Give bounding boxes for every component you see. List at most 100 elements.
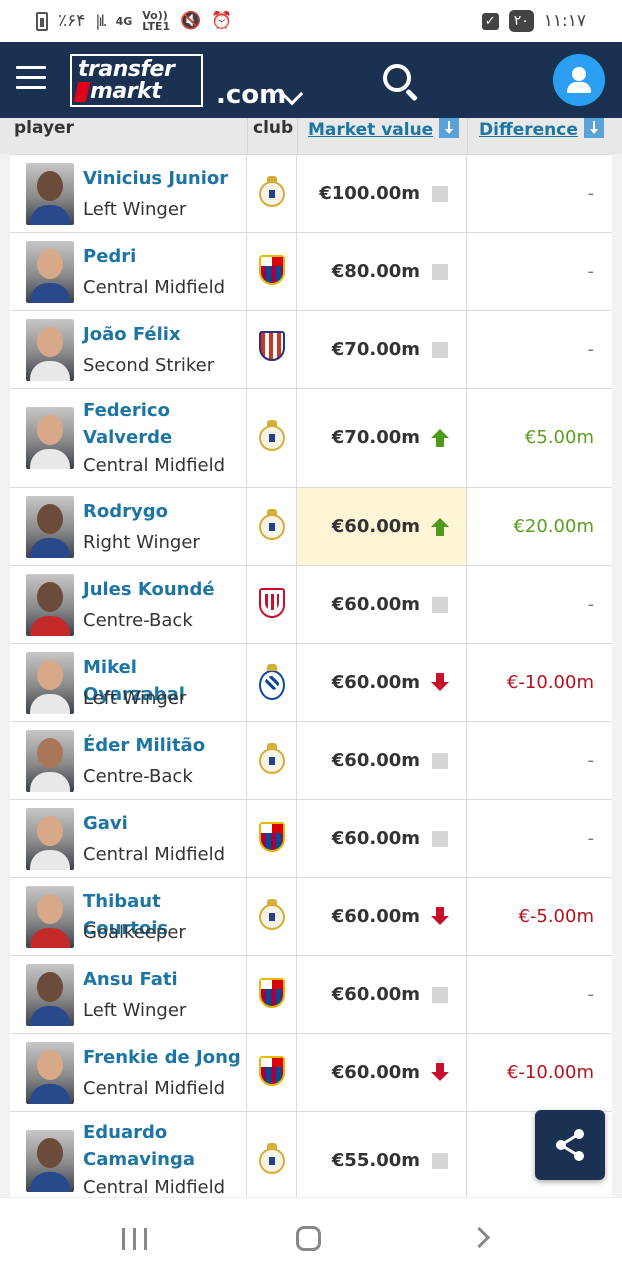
sort-icon[interactable] (439, 118, 460, 138)
table-header: player club Market value Difference (0, 118, 622, 154)
sevilla-crest-icon[interactable] (259, 588, 285, 618)
player-name-link[interactable]: Ansu Fati (83, 966, 243, 993)
player-name-link[interactable]: Rodrygo (83, 498, 243, 525)
hamburger-icon[interactable] (16, 66, 46, 92)
market-value-header-label[interactable]: Market value (308, 120, 433, 140)
player-photo[interactable] (26, 730, 74, 792)
table-row[interactable]: Thibaut Courtois Goalkeeper €60.00m €-5.… (10, 877, 612, 955)
player-name-link[interactable]: Frenkie de Jong (83, 1044, 243, 1071)
table-row[interactable]: Éder Militão Centre-Back €60.00m - (10, 721, 612, 799)
player-photo[interactable] (26, 886, 74, 948)
column-divider (467, 118, 468, 154)
real-madrid-crest-icon[interactable] (259, 420, 285, 451)
player-name-link[interactable]: Federico Valverde (83, 397, 243, 451)
player-name-link[interactable]: Éder Militão (83, 732, 243, 759)
player-cell: Mikel Oyarzabal Left Winger (10, 644, 247, 721)
player-photo[interactable] (26, 163, 74, 225)
fc-barcelona-crest-icon[interactable] (259, 255, 285, 285)
table-row[interactable]: Pedri Central Midfield €80.00m - (10, 232, 612, 310)
domain-selector[interactable]: .com (216, 80, 286, 110)
transfermarkt-logo[interactable]: transfer markt (70, 54, 203, 107)
column-market-value[interactable]: Market value (308, 118, 460, 140)
logo-bar (73, 82, 91, 102)
market-value: €60.00m (331, 906, 420, 927)
difference-value: - (587, 261, 595, 282)
table-row[interactable]: Frenkie de Jong Central Midfield €60.00m… (10, 1033, 612, 1111)
fc-barcelona-crest-icon[interactable] (259, 978, 285, 1008)
notification-badge: ۲۰ (508, 10, 534, 32)
search-icon[interactable] (381, 62, 421, 102)
market-value: €60.00m (331, 828, 420, 849)
recents-icon[interactable] (122, 1228, 150, 1250)
difference-cell: - (467, 233, 612, 310)
table-row[interactable]: Ansu Fati Left Winger €60.00m - (10, 955, 612, 1033)
table-row[interactable]: Federico Valverde Central Midfield €70.0… (10, 388, 612, 487)
difference-value: - (587, 183, 595, 204)
share-button[interactable] (535, 1110, 605, 1180)
player-photo[interactable] (26, 496, 74, 558)
status-bar: ٪۶۴ |ıl. 4G Vo)) LTE1 🔇 ⏰ ✓ ۲۰ ۱۱:۱۷ (0, 0, 622, 42)
player-photo[interactable] (26, 574, 74, 636)
player-cell: Ansu Fati Left Winger (10, 956, 247, 1033)
no-change-icon (432, 753, 448, 769)
table-row[interactable]: Eduardo Camavinga Central Midfield €55.0… (10, 1111, 612, 1197)
sort-icon[interactable] (583, 118, 604, 138)
market-value-cell: €70.00m (297, 389, 467, 487)
table-row[interactable]: Jules Koundé Centre-Back €60.00m - (10, 565, 612, 643)
real-madrid-crest-icon[interactable] (259, 176, 285, 207)
player-name-link[interactable]: Eduardo Camavinga (83, 1119, 243, 1173)
real-madrid-crest-icon[interactable] (259, 509, 285, 540)
no-change-icon (432, 1153, 448, 1169)
player-name-link[interactable]: Jules Koundé (83, 576, 243, 603)
user-icon[interactable] (553, 54, 605, 106)
player-photo[interactable] (26, 241, 74, 303)
arrow-up-icon (431, 429, 449, 447)
volte-bottom: LTE1 (142, 20, 171, 33)
player-name-link[interactable]: João Félix (83, 321, 243, 348)
player-photo[interactable] (26, 964, 74, 1026)
difference-value: €20.00m (513, 516, 594, 537)
player-name-link[interactable]: Vinicius Junior (83, 165, 243, 192)
difference-header-label[interactable]: Difference (479, 120, 578, 140)
real-madrid-crest-icon[interactable] (259, 1143, 285, 1174)
club-cell (247, 878, 297, 955)
difference-cell: - (467, 311, 612, 388)
real-madrid-crest-icon[interactable] (259, 899, 285, 930)
club-cell (247, 722, 297, 799)
atletico-madrid-crest-icon[interactable] (259, 331, 285, 361)
difference-cell: €20.00m (467, 488, 612, 565)
back-icon[interactable] (468, 1226, 491, 1249)
player-photo[interactable] (26, 1130, 74, 1192)
difference-cell: €-5.00m (467, 878, 612, 955)
column-club: club (253, 118, 294, 138)
market-value: €55.00m (331, 1150, 420, 1171)
column-divider (297, 118, 298, 154)
table-row[interactable]: Rodrygo Right Winger €60.00m €20.00m (10, 487, 612, 565)
player-photo[interactable] (26, 407, 74, 469)
difference-value: - (587, 594, 595, 615)
share-icon (556, 1129, 584, 1161)
player-position: Central Midfield (83, 1177, 226, 1197)
player-name-link[interactable]: Gavi (83, 810, 243, 837)
player-name-link[interactable]: Pedri (83, 243, 243, 270)
fc-barcelona-crest-icon[interactable] (259, 1056, 285, 1086)
player-photo[interactable] (26, 1042, 74, 1104)
column-difference[interactable]: Difference (479, 118, 604, 140)
player-position: Centre-Back (83, 610, 193, 631)
table-row[interactable]: Mikel Oyarzabal Left Winger €60.00m €-10… (10, 643, 612, 721)
market-value: €60.00m (331, 516, 420, 537)
market-value-cell: €100.00m (297, 155, 467, 232)
table-row[interactable]: João Félix Second Striker €70.00m - (10, 310, 612, 388)
fc-barcelona-crest-icon[interactable] (259, 822, 285, 852)
club-cell (247, 389, 297, 487)
player-position: Centre-Back (83, 766, 193, 787)
home-icon[interactable] (296, 1226, 321, 1251)
table-row[interactable]: Gavi Central Midfield €60.00m - (10, 799, 612, 877)
club-cell (247, 644, 297, 721)
player-photo[interactable] (26, 319, 74, 381)
table-row[interactable]: Vinicius Junior Left Winger €100.00m - (10, 154, 612, 232)
player-photo[interactable] (26, 652, 74, 714)
real-sociedad-crest-icon[interactable] (259, 664, 285, 700)
player-photo[interactable] (26, 808, 74, 870)
real-madrid-crest-icon[interactable] (259, 743, 285, 774)
